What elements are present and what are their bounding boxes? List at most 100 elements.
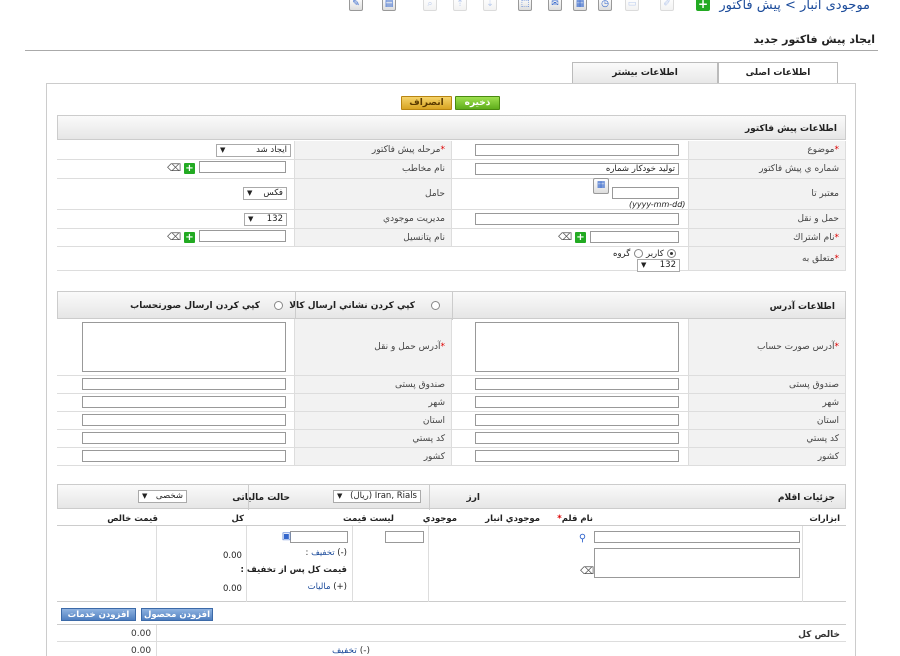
add-contact-icon[interactable]: + xyxy=(184,163,195,174)
discount-prefix: (-) xyxy=(337,548,347,558)
subject-input[interactable] xyxy=(475,144,679,156)
shipping-country-input[interactable] xyxy=(82,450,286,462)
shipping-label: حمل و نقل xyxy=(688,210,846,228)
breadcrumb: موجودی انبار > پیش فاکتور xyxy=(719,0,870,13)
chevron-down-icon: ▼ xyxy=(337,492,343,500)
inventory-manager-select[interactable]: 132 ▼ xyxy=(244,213,287,226)
list-price-input[interactable] xyxy=(290,531,348,543)
number-input[interactable]: تولید خودکار شماره xyxy=(475,163,679,175)
copy-billing-radio[interactable] xyxy=(274,301,283,310)
group-radio[interactable] xyxy=(634,249,643,258)
clock-icon[interactable]: ◷ xyxy=(598,0,612,11)
row-country: كشور كشور xyxy=(57,448,846,466)
address-title: اطلاعات آدرس xyxy=(769,302,835,312)
discount-link[interactable]: تخفيف xyxy=(311,548,335,558)
chat-icon[interactable]: ✉ xyxy=(548,0,562,11)
chevron-down-icon: ▼ xyxy=(248,215,254,223)
print-icon[interactable]: ▤ xyxy=(382,0,396,11)
user-radio[interactable] xyxy=(667,249,676,258)
clear-account-icon[interactable]: ⌫ xyxy=(558,232,572,243)
row-postal-code: كد پستي كد پستي xyxy=(57,430,846,448)
shipping-country-label: كشور xyxy=(294,448,452,465)
cancel-button[interactable]: انصراف xyxy=(401,96,452,110)
billing-po-box-input[interactable] xyxy=(475,378,679,390)
save-button[interactable]: ذخیره xyxy=(455,96,500,110)
copy-billing-label: كپي كردن ارسال صورتحساب xyxy=(130,301,260,311)
upload-icon[interactable]: ⇡ xyxy=(453,0,467,11)
shipping-address-textarea[interactable] xyxy=(82,322,286,372)
price-book-icon[interactable]: ▣ xyxy=(281,531,292,542)
calculator-icon[interactable]: ▦ xyxy=(573,0,587,11)
valid-until-input[interactable] xyxy=(612,187,679,199)
billing-state-input[interactable] xyxy=(475,414,679,426)
add-product-button[interactable]: افزودن محصول xyxy=(141,608,213,621)
add-account-icon[interactable]: + xyxy=(575,232,586,243)
contact-input[interactable] xyxy=(199,161,286,173)
shipping-input[interactable] xyxy=(475,213,679,225)
shipping-state-input[interactable] xyxy=(82,414,286,426)
group-option-label: گروه xyxy=(613,249,631,259)
import-icon[interactable]: ⬚ xyxy=(518,0,532,11)
potential-input[interactable] xyxy=(199,230,286,242)
tax-row: (+) ماليات xyxy=(308,582,347,592)
copy-shipping-label: كپي كردن نشاني ارسال كالا xyxy=(289,301,415,311)
items-header: جزئيات اقلام ارز Iran, Rials (ریال) ▼ حال… xyxy=(57,484,846,510)
copy-shipping-radio[interactable] xyxy=(431,301,440,310)
stage-select[interactable]: ایجاد شد ▼ xyxy=(216,144,291,157)
add-service-button[interactable]: افزودن خدمات xyxy=(61,608,136,621)
clear-potential-icon[interactable]: ⌫ xyxy=(167,232,181,243)
calendar-icon[interactable]: ▭ xyxy=(625,0,639,11)
row-shipping: حمل و نقل مديريت موجودي 132 ▼ xyxy=(57,210,846,229)
billing-country-label: كشور xyxy=(688,448,846,465)
add-icon[interactable]: + xyxy=(696,0,710,11)
tax-mode-label: حالت مالیاتی xyxy=(232,493,290,503)
search-icon[interactable]: ⌕ xyxy=(423,0,437,11)
shipping-postal-input[interactable] xyxy=(82,432,286,444)
currency-select[interactable]: Iran, Rials (ریال) ▼ xyxy=(333,490,421,503)
add-potential-icon[interactable]: + xyxy=(184,232,195,243)
breadcrumb-current[interactable]: پیش فاکتور xyxy=(719,0,781,13)
shipping-address-label: * آدرس حمل و نقل xyxy=(294,319,452,375)
clear-item-icon[interactable]: ⌫ xyxy=(580,566,594,577)
shipping-po-box-input[interactable] xyxy=(82,378,286,390)
quote-info-header: اطلاعات پیش فاکتور xyxy=(57,115,846,140)
tax-link[interactable]: ماليات xyxy=(308,582,331,592)
net-total-row: خالص كل 0.00 xyxy=(57,624,846,643)
row-address: * آدرس صورت حساب * آدرس حمل و نقل xyxy=(57,319,846,376)
billing-address-textarea[interactable] xyxy=(475,322,679,372)
download-icon[interactable]: ⇣ xyxy=(483,0,497,11)
bottom-discount-link[interactable]: تخفيف xyxy=(332,646,357,656)
tax-mode-select[interactable]: شخصی ▼ xyxy=(138,490,187,503)
product-search-icon[interactable]: ⚲ xyxy=(577,533,588,544)
carrier-select[interactable]: فكس ▼ xyxy=(243,187,287,200)
edit-icon[interactable]: ✎ xyxy=(349,0,363,11)
shipping-city-label: شهر xyxy=(294,394,452,411)
net-total-label: خالص كل xyxy=(798,630,840,640)
item-name-input[interactable] xyxy=(594,531,800,543)
pencil-icon[interactable]: ✐ xyxy=(660,0,674,11)
breadcrumb-root[interactable]: موجودی انبار xyxy=(800,0,870,13)
row-city: شهر شهر xyxy=(57,394,846,412)
clear-contact-icon[interactable]: ⌫ xyxy=(167,163,181,174)
row-account: * نام اشتراك + ⌫ نام پتانسیل + ⌫ xyxy=(57,229,846,247)
quantity-input[interactable] xyxy=(385,531,424,543)
col-stock: موجودي انبار xyxy=(485,514,540,524)
billing-address-label: * آدرس صورت حساب xyxy=(688,319,846,375)
billing-po-box-label: صندوق پستی xyxy=(688,376,846,393)
tab-main-info[interactable]: اطلاعات اصلی xyxy=(718,62,838,83)
item-description-textarea[interactable] xyxy=(594,548,800,578)
row-assigned: * متعلق به كاربر گروه 132 ▼ xyxy=(57,247,846,272)
shipping-city-input[interactable] xyxy=(82,396,286,408)
bottom-discount-label: (-) تخفيف xyxy=(331,646,370,656)
assigned-select[interactable]: 132 ▼ xyxy=(637,259,680,272)
chevron-down-icon: ▼ xyxy=(142,492,148,500)
billing-country-input[interactable] xyxy=(475,450,679,462)
valid-until-label: معتبر تا xyxy=(688,179,846,209)
col-net-price: قيمت خالص xyxy=(107,514,158,524)
billing-city-input[interactable] xyxy=(475,396,679,408)
tab-more-info[interactable]: اطلاعات بیشتر xyxy=(572,62,718,83)
account-input[interactable] xyxy=(590,231,679,243)
calendar-icon[interactable]: ▦ xyxy=(593,178,609,194)
potential-label: نام پتانسیل xyxy=(294,229,452,246)
billing-postal-input[interactable] xyxy=(475,432,679,444)
